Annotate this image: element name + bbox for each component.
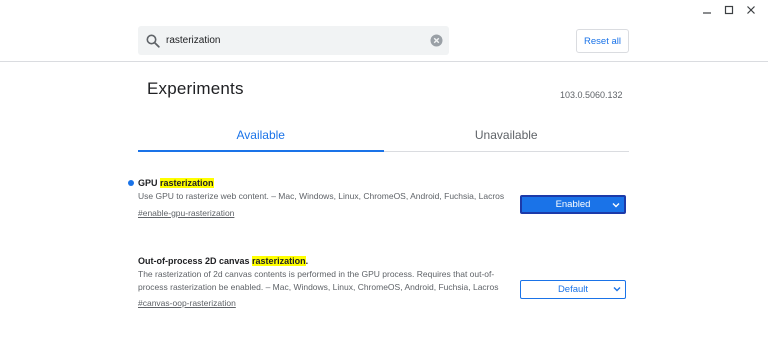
- tab-bar: Available Unavailable: [138, 118, 629, 152]
- clear-icon[interactable]: [430, 34, 443, 47]
- page-title: Experiments: [147, 79, 244, 98]
- experiment-state-select[interactable]: Enabled: [520, 195, 626, 214]
- version-label: 103.0.5060.132: [560, 90, 623, 100]
- experiment-permalink[interactable]: #enable-gpu-rasterization: [138, 207, 234, 219]
- modified-indicator: [128, 180, 134, 186]
- experiment-description: The rasterization of 2d canvas contents …: [138, 269, 499, 292]
- experiment-description: Use GPU to rasterize web content. – Mac,…: [138, 191, 505, 201]
- chevron-down-icon: [612, 203, 620, 208]
- tab-unavailable[interactable]: Unavailable: [384, 118, 630, 151]
- experiment-title-prefix: Out-of-process 2D canvas: [138, 256, 253, 266]
- search-input[interactable]: [166, 30, 416, 51]
- experiment-title: Out-of-process 2D canvas rasterization.: [138, 255, 629, 267]
- experiment-permalink[interactable]: #canvas-oop-rasterization: [138, 297, 236, 309]
- select-value: Enabled: [555, 199, 591, 210]
- tab-available[interactable]: Available: [138, 118, 384, 152]
- flags-header: Reset all: [0, 0, 768, 62]
- reset-all-button[interactable]: Reset all: [576, 29, 629, 53]
- search-highlight: rasterization: [252, 256, 306, 266]
- search-box[interactable]: [138, 26, 449, 55]
- select-value: Default: [557, 284, 589, 295]
- search-highlight: rasterization: [160, 178, 214, 188]
- experiment-title-suffix: .: [305, 256, 309, 266]
- experiment-title-prefix: GPU: [138, 178, 161, 188]
- experiment-title: GPU rasterization: [128, 177, 629, 189]
- experiment-state-select[interactable]: Default: [520, 280, 626, 299]
- chevron-down-icon: [613, 287, 621, 292]
- search-icon: [146, 34, 160, 48]
